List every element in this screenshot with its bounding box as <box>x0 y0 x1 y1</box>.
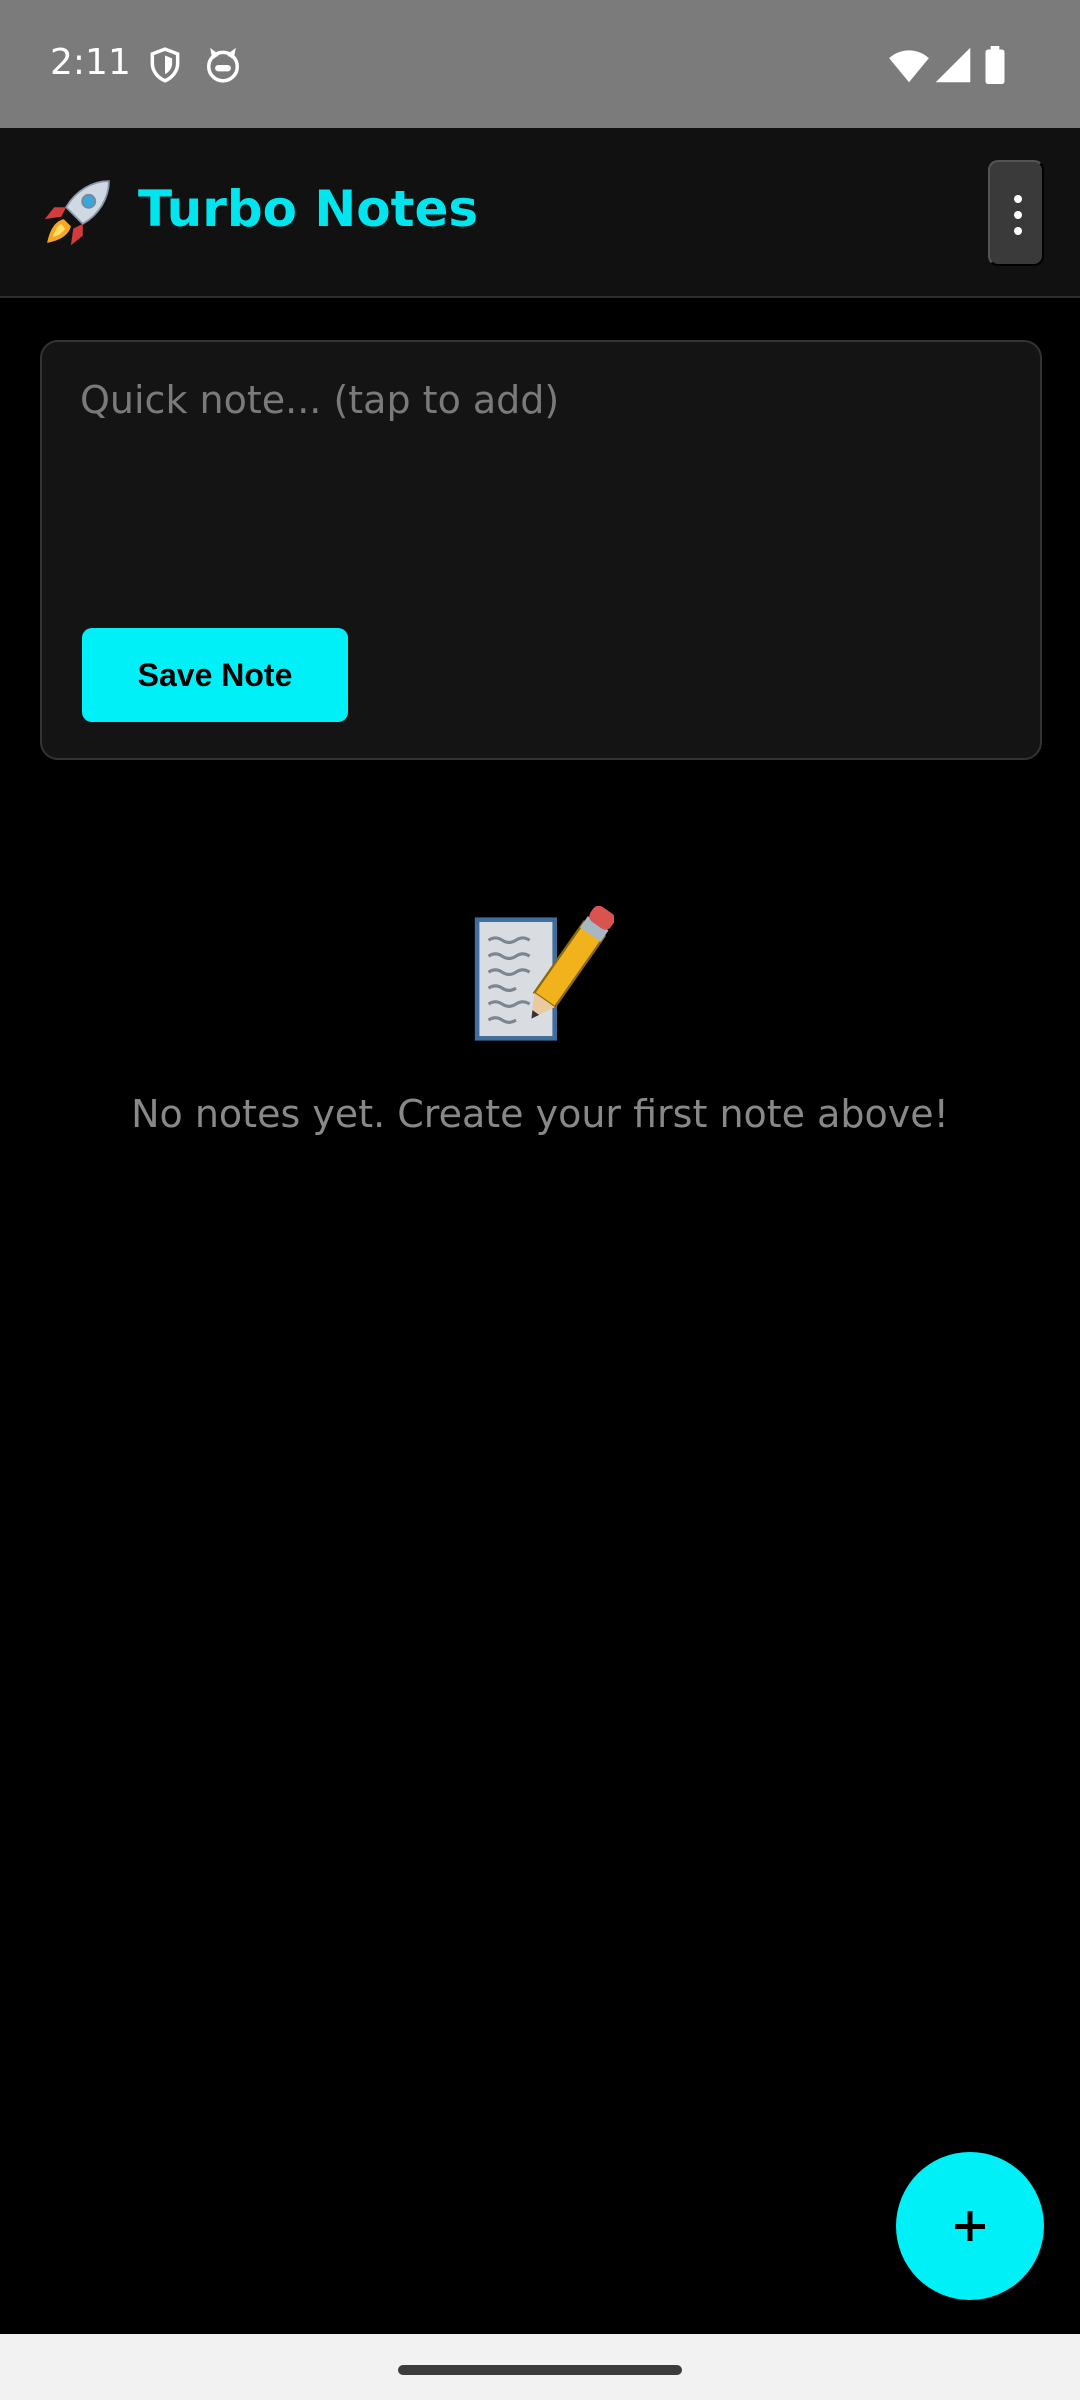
battery-icon <box>984 46 1006 89</box>
home-gesture-handle[interactable] <box>398 2365 682 2375</box>
app-bar: Turbo Notes <box>0 128 1080 298</box>
quick-note-input[interactable] <box>80 378 1000 558</box>
empty-state-message: No notes yet. Create your first note abo… <box>131 1092 949 1136</box>
screen: 2:11 Turbo Notes Quick note... (tap to a… <box>0 0 1080 2400</box>
save-note-button[interactable]: Save Note <box>82 628 348 722</box>
status-bar: 2:11 <box>0 0 1080 128</box>
memo-pencil-icon <box>468 905 615 1052</box>
status-time: 2:11 <box>50 42 131 83</box>
cat-face-icon <box>204 46 242 89</box>
system-nav-bar <box>0 2334 1080 2400</box>
quick-note-card: Save Note <box>40 340 1042 760</box>
signal-icon <box>934 46 972 89</box>
app-title: Turbo Notes <box>138 180 479 238</box>
more-vertical-icon-dot <box>1014 227 1022 235</box>
wifi-icon <box>888 46 930 89</box>
more-vertical-icon <box>1014 195 1022 203</box>
more-options-button[interactable] <box>988 160 1044 266</box>
plus-icon <box>896 2152 1044 2300</box>
add-note-fab[interactable] <box>896 2152 1044 2300</box>
more-vertical-icon-dot <box>1014 211 1022 219</box>
rocket-icon <box>40 174 116 250</box>
shield-icon <box>146 46 184 89</box>
